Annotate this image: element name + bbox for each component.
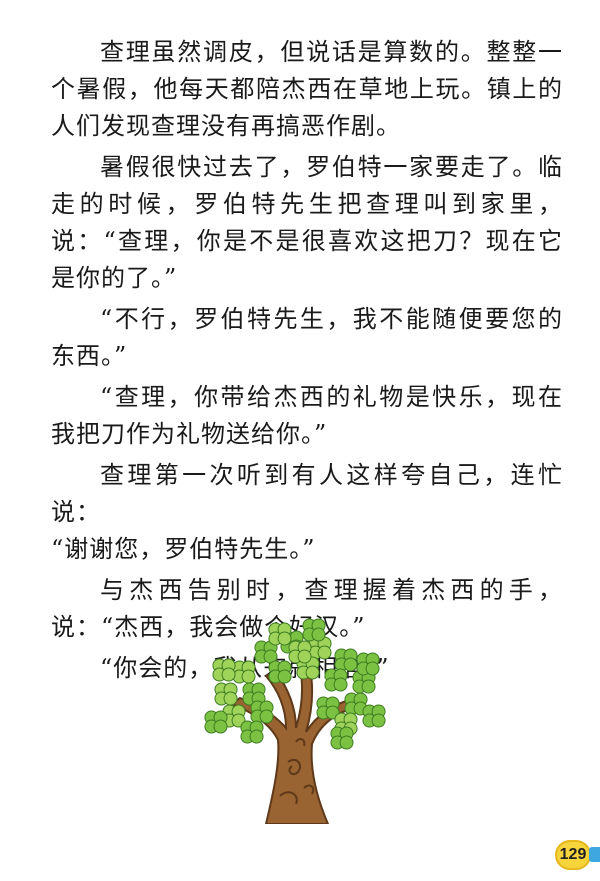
- leaf-cluster: [204, 710, 228, 734]
- leaf-cluster: [268, 660, 292, 684]
- leaf-cluster: [356, 652, 380, 676]
- paragraph-1: 查理虽然调皮，但说话是算数的。整整一个暑假，他每天都陪杰西在草地上玩。镇上的人们…: [51, 38, 563, 140]
- paragraph-2: 暑假很快过去了，罗伯特一家要走了。临走的时候，罗伯特先生把查理叫到家里，说：“查…: [51, 153, 563, 292]
- page-edge-tab: [589, 847, 600, 862]
- paragraph-6: “谢谢您，罗伯特先生。”: [51, 535, 316, 563]
- leaf-cluster: [330, 726, 354, 750]
- leaf-cluster: [240, 720, 264, 744]
- paragraph-5: 查理第一次听到有人这样夸自己，连忙说：: [51, 461, 563, 526]
- leaf-cluster: [212, 658, 236, 682]
- leaf-cluster: [268, 622, 292, 646]
- tree-illustration: [204, 618, 386, 824]
- leaf-cluster: [324, 668, 348, 692]
- paragraph-3: “不行，罗伯特先生，我不能随便要您的东西。”: [51, 305, 563, 370]
- leaf-cluster: [334, 648, 358, 672]
- leaf-cluster: [302, 618, 326, 642]
- leaf-cluster: [214, 682, 238, 706]
- leaf-cluster: [362, 704, 386, 728]
- leaf-cluster: [288, 640, 312, 664]
- page-text: 查理虽然调皮，但说话是算数的。整整一个暑假，他每天都陪杰西在草地上玩。镇上的人们…: [51, 34, 563, 687]
- paragraph-4: “查理，你带给杰西的礼物是快乐，现在我把刀作为礼物送给你。”: [51, 383, 563, 448]
- leaf-cluster: [232, 660, 256, 684]
- leaf-cluster: [250, 700, 274, 724]
- page-number: 129: [555, 840, 591, 870]
